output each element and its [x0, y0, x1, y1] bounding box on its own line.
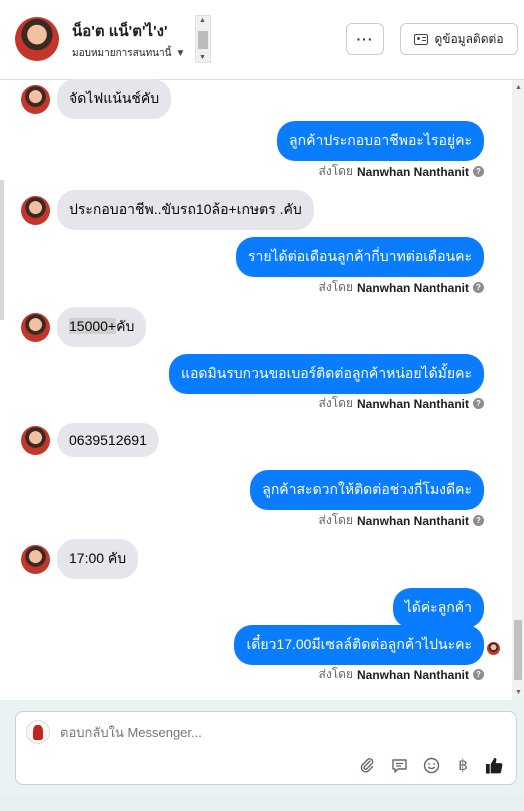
attach-icon[interactable] — [358, 756, 376, 774]
sent-by-prefix: ส่งโดย — [318, 280, 353, 294]
sent-by-prefix: ส่งโดย — [318, 513, 353, 527]
like-icon[interactable] — [485, 756, 503, 774]
thread-scrollbar[interactable]: ▲ ▼ — [512, 80, 524, 700]
sender-avatar — [21, 195, 50, 225]
outgoing-message-bubble[interactable]: ได้ค่ะลูกค้า — [392, 588, 484, 628]
incoming-message-bubble[interactable]: จัดไฟแน้นช์คับ — [57, 79, 172, 119]
sent-by-line: ส่งโดย Nanwhan Nanthanit ? — [319, 278, 484, 297]
question-icon[interactable]: ? — [473, 166, 484, 177]
caret-down-icon: ▼ — [175, 48, 186, 59]
message-row-incoming: 17:00 คับ — [21, 539, 139, 579]
contact-avatar[interactable] — [15, 17, 59, 61]
sent-by-name: Nanwhan Nanthanit — [356, 164, 469, 179]
sent-by-line: ส่งโดย Nanwhan Nanthanit ? — [319, 162, 484, 181]
sender-avatar — [21, 312, 50, 342]
message-thread: จัดไฟแน้นช์คับ ลูกค้าประกอบอาชีพอะไรอยู่… — [0, 79, 524, 700]
sender-avatar — [21, 84, 50, 114]
sent-by-line: ส่งโดย Nanwhan Nanthanit ? — [319, 511, 484, 530]
more-options-button[interactable]: ··· — [346, 23, 384, 55]
incoming-message-bubble[interactable]: ประกอบอาชีพ..ขับรถ10ล้อ+เกษตร .คับ — [57, 190, 314, 230]
seen-avatar — [487, 642, 500, 655]
sent-by-prefix: ส่งโดย — [318, 396, 353, 410]
header-scrollbar[interactable]: ▲ ▼ — [195, 15, 211, 63]
sent-by-prefix: ส่งโดย — [318, 667, 353, 681]
sent-by-name: Nanwhan Nanthanit — [356, 396, 469, 411]
baht-icon[interactable]: ฿ — [454, 756, 472, 774]
emoji-icon[interactable] — [422, 756, 440, 774]
message-row-incoming: ประกอบอาชีพ..ขับรถ10ล้อ+เกษตร .คับ — [21, 190, 314, 230]
sent-by-name: Nanwhan Nanthanit — [356, 280, 469, 295]
scroll-up-icon[interactable]: ▲ — [515, 84, 522, 91]
highlighted-text: 15000+ — [69, 318, 117, 334]
page-avatar — [26, 720, 50, 744]
scroll-thumb[interactable] — [514, 620, 522, 680]
outgoing-message-bubble[interactable]: แอดมินรบกวนขอเบอร์ติดต่อลูกค้าหน่อยได้มั… — [168, 354, 484, 394]
left-edge-scroll-indicator — [0, 180, 4, 320]
sender-avatar — [21, 544, 50, 574]
contact-name[interactable]: น็อ'ต แน็'ต'ไ'ง' — [72, 19, 168, 43]
sent-by-line: ส่งโดย Nanwhan Nanthanit ? — [319, 394, 484, 413]
incoming-message-bubble[interactable]: 17:00 คับ — [57, 539, 139, 579]
scroll-up-icon[interactable]: ▲ — [199, 17, 206, 24]
message-row-incoming: 0639512691 — [21, 423, 159, 457]
question-icon[interactable]: ? — [473, 398, 484, 409]
view-contact-info-button[interactable]: ดูข้อมูลติดต่อ — [400, 23, 518, 55]
sender-avatar — [21, 425, 50, 455]
reply-composer: ฿ — [15, 711, 517, 785]
scroll-thumb[interactable] — [198, 31, 208, 49]
assign-label: มอบหมายการสนทนานี้ — [72, 48, 172, 59]
incoming-message-bubble[interactable]: 15000+คับ — [57, 307, 147, 347]
message-row-incoming: จัดไฟแน้นช์คับ — [21, 79, 172, 119]
question-icon[interactable]: ? — [473, 282, 484, 293]
outgoing-message-bubble[interactable]: ลูกค้าสะดวกให้ติดต่อช่วงกี่โมงดีคะ — [250, 470, 484, 510]
outgoing-message-bubble[interactable]: เดี๋ยว17.00มีเซลล์ติดต่อลูกค้าไปนะคะ — [234, 625, 484, 665]
view-contact-label: ดูข้อมูลติดต่อ — [434, 31, 504, 46]
reply-input[interactable] — [60, 725, 480, 740]
message-text: คับ — [116, 318, 135, 334]
sent-by-name: Nanwhan Nanthanit — [356, 667, 469, 682]
question-icon[interactable]: ? — [473, 669, 484, 680]
sent-by-prefix: ส่งโดย — [318, 164, 353, 178]
question-icon[interactable]: ? — [473, 515, 484, 526]
conversation-header: น็อ'ต แน็'ต'ไ'ง' มอบหมายการสนทนานี้ ▼ ▲ … — [0, 0, 524, 80]
saved-reply-icon[interactable] — [390, 756, 408, 774]
outgoing-message-bubble[interactable]: รายได้ต่อเดือนลูกค้ากี่บาทต่อเดือนคะ — [235, 237, 484, 277]
assign-conversation-dropdown[interactable]: มอบหมายการสนทนานี้ ▼ — [72, 46, 185, 61]
sent-by-line: ส่งโดย Nanwhan Nanthanit ? — [319, 665, 484, 684]
scroll-down-icon[interactable]: ▼ — [515, 689, 522, 696]
id-card-icon — [414, 33, 429, 45]
sent-by-name: Nanwhan Nanthanit — [356, 513, 469, 528]
page-bottom-strip — [0, 795, 524, 811]
message-row-incoming: 15000+คับ — [21, 307, 147, 347]
scroll-down-icon[interactable]: ▼ — [199, 54, 206, 61]
outgoing-message-bubble[interactable]: ลูกค้าประกอบอาชีพอะไรอยู่คะ — [277, 121, 484, 161]
incoming-message-bubble[interactable]: 0639512691 — [57, 423, 159, 457]
